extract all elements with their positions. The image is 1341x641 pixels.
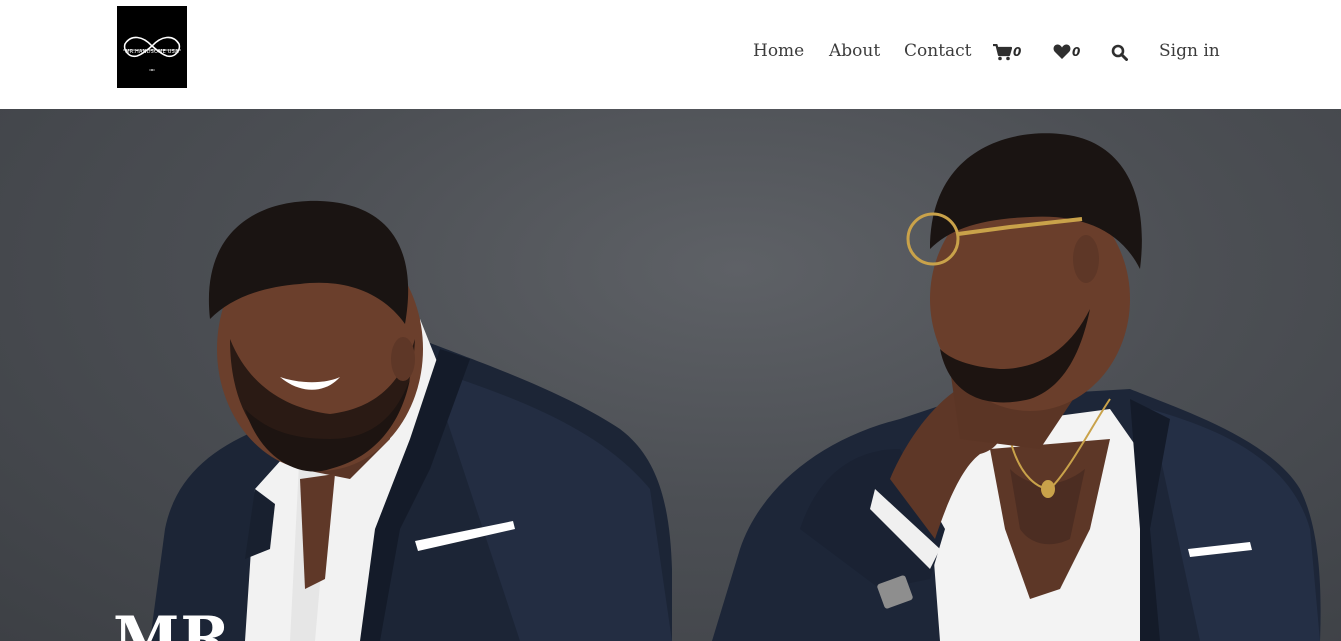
brand-logo[interactable]: MR.HANDSOME USA — [117, 6, 187, 88]
nav-contact[interactable]: Contact — [904, 39, 972, 63]
wishlist-count: 0 — [1072, 45, 1081, 59]
bow-tie-icon — [123, 36, 181, 71]
search-icon — [1111, 44, 1128, 61]
site-header: MR.HANDSOME USA Home About Contact 0 0 S… — [0, 0, 1341, 108]
sign-in-link[interactable]: Sign in — [1159, 39, 1220, 63]
cart-icon — [993, 43, 1012, 60]
nav-about[interactable]: About — [829, 39, 880, 63]
cart-count: 0 — [1013, 45, 1022, 59]
hero-banner: MR — [0, 109, 1341, 641]
cart-button[interactable]: 0 — [993, 41, 1021, 63]
hero-photo — [150, 133, 1321, 641]
nav-home[interactable]: Home — [753, 39, 804, 63]
heart-icon — [1053, 44, 1071, 59]
logo-text: MR.HANDSOME USA — [125, 49, 179, 55]
search-button[interactable] — [1111, 41, 1128, 63]
wishlist-button[interactable]: 0 — [1053, 41, 1080, 63]
hero-title: MR — [113, 604, 232, 641]
